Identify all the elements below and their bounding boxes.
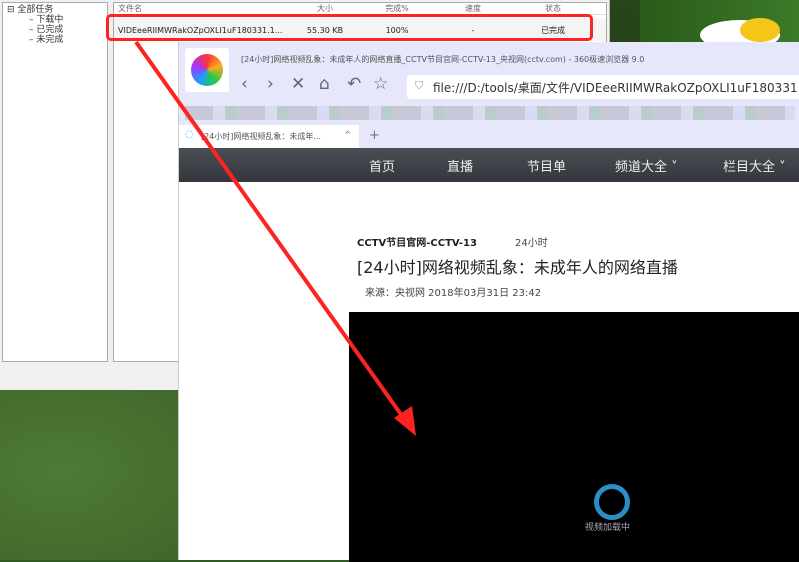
annotation-arrow (134, 40, 416, 436)
arrow-shaft (134, 40, 407, 422)
